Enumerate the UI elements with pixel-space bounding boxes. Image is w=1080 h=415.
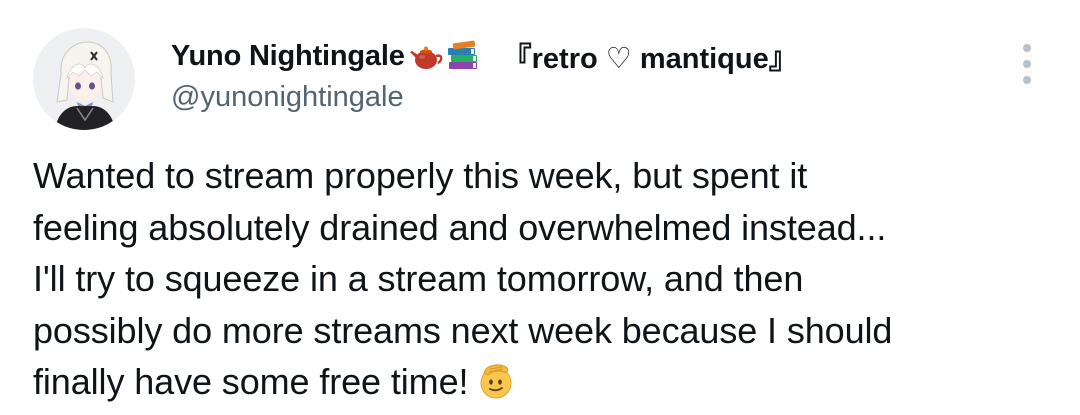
display-name[interactable]: Yuno Nightingale xyxy=(171,40,405,73)
tweet-line-text: finally have some free time! xyxy=(33,361,469,402)
teapot-emoji xyxy=(409,39,445,73)
avatar[interactable] xyxy=(33,28,135,130)
books-emoji xyxy=(445,39,481,73)
tweet-line: I'll try to squeeze in a stream tomorrow… xyxy=(33,258,804,299)
tweet-line: Wanted to stream properly this week, but… xyxy=(33,155,808,196)
more-vertical-icon xyxy=(1023,44,1031,84)
handle[interactable]: @yunonightingale xyxy=(171,78,1000,116)
name-tag: 『retro ♡ mantique』 xyxy=(502,43,798,75)
saluting-face-emoji xyxy=(476,361,516,401)
tweet-text: Wanted to stream properly this week, but… xyxy=(33,150,1043,408)
tweet: Yuno Nightingale 『retro ♡ mantique』 @yun… xyxy=(0,0,1080,405)
avatar-image xyxy=(33,28,135,130)
tweet-line: possibly do more streams next week becau… xyxy=(33,309,893,351)
tweet-line: feeling absolutely drained and overwhelm… xyxy=(33,206,887,248)
tweet-line-last: finally have some free time! xyxy=(33,356,1043,408)
name-row: Yuno Nightingale 『retro ♡ mantique』 xyxy=(171,36,1000,76)
more-options-button[interactable] xyxy=(1012,44,1042,84)
tweet-header: Yuno Nightingale 『retro ♡ mantique』 @yun… xyxy=(171,36,1000,116)
